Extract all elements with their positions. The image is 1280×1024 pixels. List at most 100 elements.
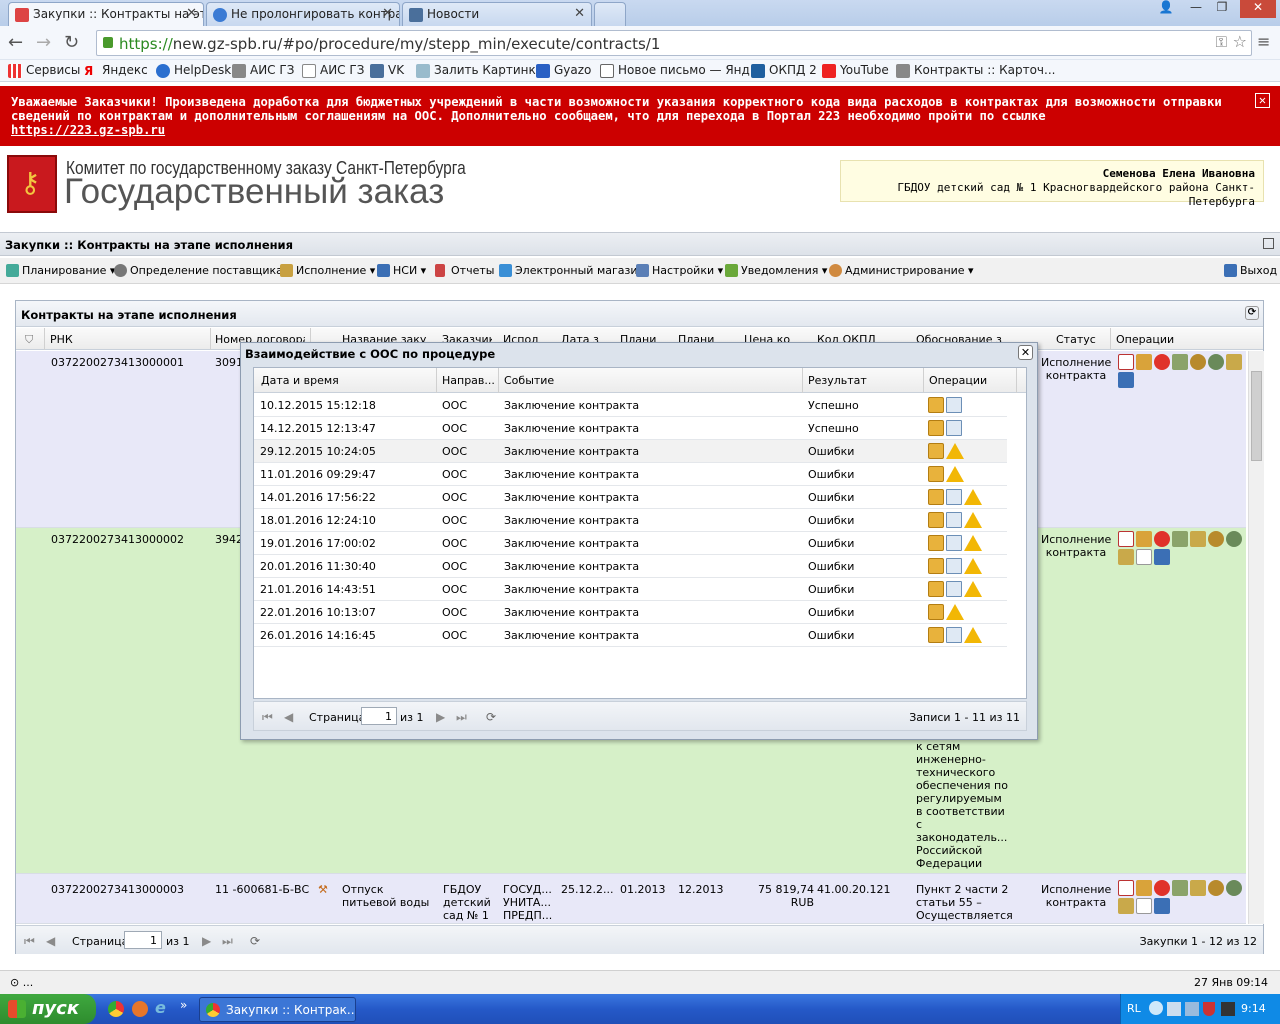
- document-icon[interactable]: [1118, 880, 1134, 896]
- document-edit-icon[interactable]: [946, 512, 962, 528]
- next-page-icon[interactable]: ▶: [436, 710, 445, 724]
- browser-tab[interactable]: Новости ✕: [402, 2, 592, 26]
- gear-refresh-icon[interactable]: [1226, 880, 1242, 896]
- user-icon[interactable]: 👤: [1152, 0, 1180, 18]
- page-input[interactable]: 1: [124, 931, 162, 949]
- warning-icon[interactable]: [964, 512, 982, 528]
- col-datetime[interactable]: Дата и время: [261, 374, 339, 387]
- menu-notifications[interactable]: Уведомления ▾: [725, 264, 827, 277]
- minimize-icon[interactable]: —: [1182, 0, 1210, 18]
- monitor-icon[interactable]: [1221, 1002, 1235, 1016]
- books-icon[interactable]: [1118, 372, 1134, 388]
- exit-button[interactable]: Выход: [1224, 264, 1277, 277]
- bookmark-upload-image[interactable]: Залить Картинку: [416, 63, 543, 78]
- emblem-icon[interactable]: [1208, 531, 1224, 547]
- bookmark-youtube[interactable]: YouTube: [822, 63, 889, 78]
- close-window-icon[interactable]: ✕: [1240, 0, 1276, 18]
- edit-icon[interactable]: [1136, 880, 1152, 896]
- forward-icon[interactable]: →: [36, 32, 51, 53]
- clock[interactable]: 9:14: [1241, 1002, 1266, 1015]
- interaction-row[interactable]: 19.01.2016 17:00:02 ООС Заключение контрак…: [254, 532, 1007, 555]
- books-icon[interactable]: [1154, 549, 1170, 565]
- scroll-icon[interactable]: [1226, 354, 1242, 370]
- page-icon[interactable]: [1136, 549, 1152, 565]
- warning-icon[interactable]: [964, 558, 982, 574]
- sign-icon[interactable]: [1172, 880, 1188, 896]
- stop-icon[interactable]: [1154, 354, 1170, 370]
- bookmark-contracts-card[interactable]: Контракты :: Карточ...: [896, 63, 1055, 78]
- edit-icon[interactable]: [1136, 354, 1152, 370]
- key-icon[interactable]: [1190, 531, 1206, 547]
- table-row[interactable]: 0372200273413000003 11 -600681-Б-ВС ⚒ От…: [16, 874, 1246, 924]
- start-button[interactable]: пуск: [0, 994, 96, 1024]
- menu-icon[interactable]: ≡: [1257, 32, 1270, 51]
- col-status[interactable]: Статус: [1056, 333, 1096, 346]
- gear-refresh-icon[interactable]: [1208, 354, 1224, 370]
- collapse-icon[interactable]: [1263, 238, 1274, 249]
- stop-icon[interactable]: [1154, 880, 1170, 896]
- menu-nsi[interactable]: НСИ ▾: [377, 264, 426, 277]
- menu-e-shop[interactable]: Электронный магазин: [499, 264, 645, 277]
- url-input[interactable]: https://new.gz-spb.ru/#po/procedure/my/s…: [96, 30, 1252, 56]
- document-edit-icon[interactable]: [946, 627, 962, 643]
- bookmark-okpd2[interactable]: ОКПД 2: [751, 63, 817, 78]
- bookmark-ais-gz[interactable]: АИС ГЗ: [232, 63, 294, 78]
- interaction-row[interactable]: 11.01.2016 09:29:47 ООС Заключение контрак…: [254, 463, 1007, 486]
- edit-icon[interactable]: [1136, 531, 1152, 547]
- warning-icon[interactable]: [964, 535, 982, 551]
- firefox-icon[interactable]: [132, 1001, 148, 1017]
- key-icon[interactable]: ⚿: [1216, 33, 1227, 51]
- first-page-icon[interactable]: ⏮: [24, 934, 35, 949]
- bookmark-star-icon[interactable]: ☆: [1233, 32, 1247, 51]
- language-indicator[interactable]: RL: [1127, 1002, 1141, 1015]
- col-direction[interactable]: Направ...: [442, 374, 495, 387]
- interaction-row[interactable]: 26.01.2016 14:16:45 ООС Заключение контрак…: [254, 624, 1007, 647]
- last-page-icon[interactable]: ⏭: [222, 934, 233, 949]
- first-page-icon[interactable]: ⏮: [262, 710, 273, 725]
- stop-icon[interactable]: [1154, 531, 1170, 547]
- prev-page-icon[interactable]: ◀: [284, 710, 293, 724]
- interaction-row[interactable]: 14.01.2016 17:56:22 ООС Заключение контрак…: [254, 486, 1007, 509]
- col-rnk[interactable]: РНК: [50, 333, 73, 346]
- refresh-icon[interactable]: ⟳: [250, 934, 260, 948]
- document-icon[interactable]: [1118, 531, 1134, 547]
- gear-refresh-icon[interactable]: [1226, 531, 1242, 547]
- close-tab-icon[interactable]: ✕: [186, 6, 197, 21]
- notice-close-icon[interactable]: ✕: [1255, 93, 1270, 108]
- more-icon[interactable]: »: [180, 998, 187, 1012]
- interaction-row[interactable]: 22.01.2016 10:13:07 ООС Заключение контрак…: [254, 601, 1007, 624]
- browser-tab-active[interactable]: Закупки :: Контракты на эт ✕: [8, 2, 204, 26]
- package-icon[interactable]: [928, 489, 944, 505]
- menu-settings[interactable]: Настройки ▾: [636, 264, 723, 277]
- bookmark-yandex[interactable]: Я Яндекс: [84, 63, 148, 78]
- document-edit-icon[interactable]: [946, 581, 962, 597]
- interaction-row[interactable]: 18.01.2016 12:24:10 ООС Заключение контрак…: [254, 509, 1007, 532]
- close-tab-icon[interactable]: ✕: [382, 6, 393, 21]
- warning-icon[interactable]: [964, 489, 982, 505]
- volume-icon[interactable]: [1185, 1002, 1199, 1016]
- package-icon[interactable]: [928, 581, 944, 597]
- col-operations[interactable]: Операции: [929, 374, 987, 387]
- interaction-row[interactable]: 10.12.2015 15:12:18 ООС Заключение контрак…: [254, 394, 1007, 417]
- document-edit-icon[interactable]: [946, 489, 962, 505]
- bookmark-services[interactable]: Сервисы: [8, 63, 80, 78]
- grid-scrollbar[interactable]: [1248, 351, 1264, 924]
- interaction-row[interactable]: 14.12.2015 12:13:47 ООС Заключение контрак…: [254, 417, 1007, 440]
- col-result[interactable]: Результат: [808, 374, 867, 387]
- col-event[interactable]: Событие: [504, 374, 554, 387]
- document-edit-icon[interactable]: [946, 420, 962, 436]
- scroll-thumb[interactable]: [1251, 371, 1262, 461]
- page-input[interactable]: 1: [361, 707, 397, 725]
- package-icon[interactable]: [928, 627, 944, 643]
- browser-tab[interactable]: Не пролонгировать контра ✕: [206, 2, 400, 26]
- chart-icon[interactable]: [1172, 531, 1188, 547]
- package-icon[interactable]: [928, 604, 944, 620]
- next-page-icon[interactable]: ▶: [202, 934, 211, 948]
- menu-admin[interactable]: Администрирование ▾: [829, 264, 974, 277]
- chrome-icon[interactable]: [108, 1001, 124, 1017]
- bookmark-vk[interactable]: VK: [370, 63, 404, 78]
- warning-icon[interactable]: [946, 604, 964, 620]
- warning-icon[interactable]: [964, 581, 982, 597]
- package-icon[interactable]: [928, 535, 944, 551]
- emblem-icon[interactable]: [1208, 880, 1224, 896]
